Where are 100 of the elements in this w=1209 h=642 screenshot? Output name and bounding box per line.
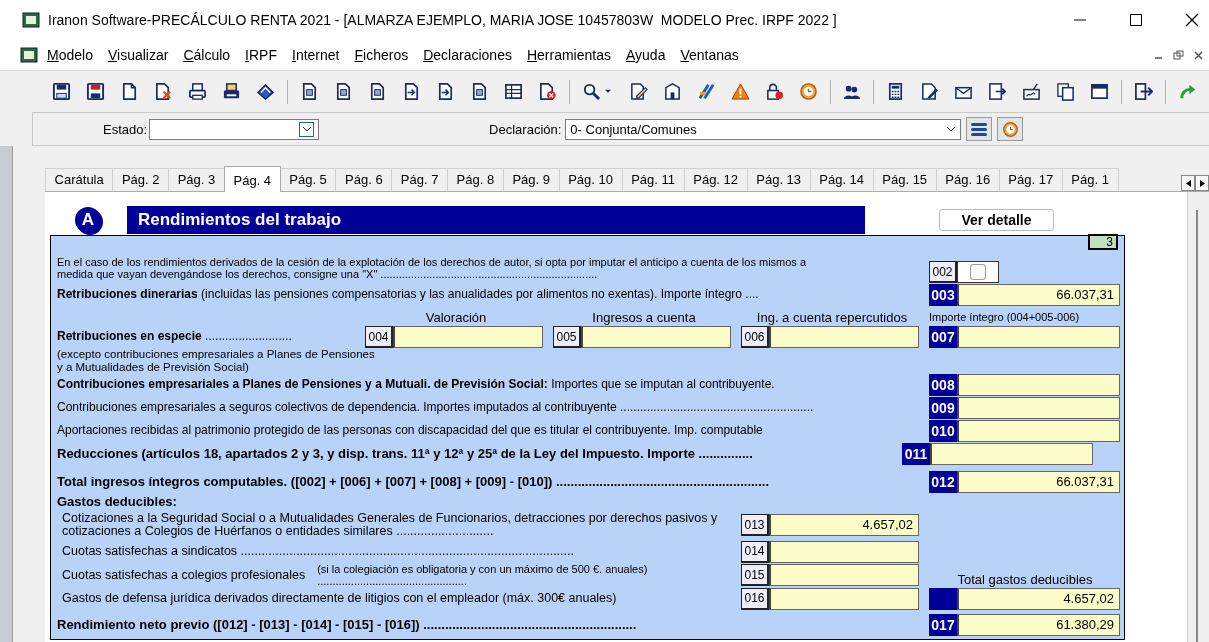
warning-icon[interactable] bbox=[730, 82, 750, 101]
menu-item[interactable]: Ficheros bbox=[353, 46, 410, 64]
checkbox[interactable] bbox=[970, 264, 986, 280]
clock-icon[interactable] bbox=[798, 82, 818, 101]
menu-item[interactable]: Modelo bbox=[46, 46, 94, 64]
expense-label: Cuotas satisfechas a colegios profesionales bbox=[61, 568, 306, 583]
restore-icon[interactable] bbox=[1173, 49, 1184, 61]
clock-icon bbox=[1001, 120, 1019, 138]
note-text: (si la colegiación es obligatoria y con un máximo de 500 €. anuales) ................................................. bbox=[316, 563, 649, 588]
detail-button[interactable]: Ver detalle bbox=[939, 209, 1054, 231]
amount-field[interactable]: 4.657,02 bbox=[957, 587, 1120, 610]
menu-item[interactable]: Herramientas bbox=[525, 46, 612, 64]
building-icon[interactable] bbox=[662, 82, 682, 101]
amount-field[interactable] bbox=[769, 540, 919, 563]
amount-field[interactable]: 61.380,29 bbox=[957, 614, 1120, 637]
signature-icon[interactable] bbox=[1022, 82, 1042, 101]
line-label: Total ingresos íntegros computables. ([002] + [006] + [007] + [008] + [009] - [010]) ........................................................... bbox=[57, 475, 771, 490]
group-heading: Gastos deducibles: bbox=[57, 495, 178, 510]
box-number: 015 bbox=[741, 564, 769, 587]
box-number: 014 bbox=[741, 540, 769, 563]
page-tab[interactable]: Pág. 4 bbox=[223, 166, 281, 192]
box-number: 010 bbox=[929, 419, 957, 442]
menu-item[interactable]: Ventanas bbox=[679, 46, 740, 64]
amount-field[interactable] bbox=[957, 396, 1120, 419]
amount-field[interactable] bbox=[581, 326, 731, 348]
menu-item[interactable]: Ayuda bbox=[624, 46, 667, 64]
amount-field[interactable] bbox=[769, 326, 919, 348]
box-number: 008 bbox=[929, 373, 957, 396]
menu-item[interactable]: Cálculo bbox=[182, 46, 232, 64]
book-icon[interactable] bbox=[256, 82, 275, 101]
section-letter-badge: A bbox=[75, 207, 101, 233]
close-icon[interactable] bbox=[1194, 50, 1203, 60]
line-label: Aportaciones recibidas al patrimonio protegido de las personas con discapacidad del que es titular el contribuyente. Imp. computable bbox=[57, 424, 764, 438]
page-tab[interactable]: Pág. 1 bbox=[1061, 168, 1119, 191]
edit-icon[interactable] bbox=[920, 82, 940, 101]
left-arrow-icon bbox=[1185, 179, 1191, 187]
box-number: 003 bbox=[929, 283, 957, 306]
field-label: Declaración: bbox=[489, 121, 562, 137]
document-icon[interactable] bbox=[20, 47, 38, 63]
amount-field[interactable] bbox=[769, 564, 919, 587]
column-heading: Valoración bbox=[424, 309, 488, 325]
amount-field[interactable]: 66.037,31 bbox=[957, 283, 1120, 306]
box-number: 011 bbox=[902, 443, 930, 466]
field-label: Estado: bbox=[103, 121, 148, 137]
redo-icon[interactable] bbox=[1177, 82, 1197, 101]
maximize-icon[interactable] bbox=[1129, 13, 1143, 27]
scroll-right-button[interactable] bbox=[1195, 175, 1209, 191]
box-number: 016 bbox=[741, 587, 769, 610]
amount-field[interactable] bbox=[957, 419, 1120, 442]
caret-icon bbox=[301, 126, 312, 132]
page-tab[interactable]: Carátula bbox=[45, 168, 114, 191]
menu-item[interactable]: Internet bbox=[291, 46, 341, 64]
stack-icon bbox=[970, 121, 989, 137]
column-heading: Total gastos deducibles bbox=[956, 572, 1094, 588]
search-icon[interactable] bbox=[581, 82, 601, 101]
section-title-bar: Rendimientos del trabajo bbox=[127, 206, 865, 234]
amount-field[interactable] bbox=[769, 587, 919, 610]
caret-icon bbox=[946, 126, 957, 132]
menu-item[interactable]: Visualizar bbox=[106, 46, 170, 64]
line-label: Retribuciones dinerarias (incluidas las pensiones compensatorias y las anualidades por alimentos no exentas). Importe íntegro .... bbox=[57, 287, 760, 302]
line-label: Reducciones (artículos 18, apartados 2 y 3, y disp. trans. 11ª y 12ª y 25ª de la Ley del Impuesto. Importe ............... bbox=[57, 447, 754, 462]
box-number: 005 bbox=[553, 326, 581, 348]
line-label: Contribuciones empresariales a Planes de Pensiones y a Mutuali. de Previsión Social: Importes que se imputan al contribuyente. bbox=[57, 378, 776, 392]
edit-icon[interactable] bbox=[628, 82, 648, 101]
box-number: 013 bbox=[741, 514, 769, 537]
amount-field[interactable] bbox=[957, 373, 1120, 396]
status-dropdown[interactable] bbox=[149, 118, 320, 140]
document-arrow-icon[interactable] bbox=[988, 82, 1008, 101]
exit-icon[interactable] bbox=[1134, 82, 1154, 101]
printer-icon[interactable] bbox=[188, 82, 207, 101]
lock-icon[interactable] bbox=[764, 82, 784, 101]
table-icon[interactable] bbox=[503, 82, 523, 101]
box-number: 006 bbox=[741, 326, 769, 348]
scroll-left-button[interactable] bbox=[1181, 175, 1195, 191]
amount-field[interactable] bbox=[957, 326, 1120, 348]
amount-field[interactable] bbox=[930, 443, 1093, 466]
box-number: 007 bbox=[929, 326, 957, 348]
document-delete-icon[interactable] bbox=[154, 82, 173, 101]
documents-icon[interactable] bbox=[1056, 82, 1076, 101]
amount-field[interactable]: 66.037,31 bbox=[957, 471, 1120, 494]
document-delete-icon[interactable] bbox=[537, 82, 557, 101]
declaration-dropdown[interactable]: 0- Conjunta/Comunes bbox=[565, 118, 962, 140]
instruction-text: En el caso de los rendimientos derivados de la cesión de la explotación de los derechos de autor, si opta por imputar el anticipo a cuenta de los mismos a medida que vayan devengándose los derechos, consigne una "X" ....................................................................... bbox=[57, 255, 808, 281]
amount-field[interactable]: 4.657,02 bbox=[769, 514, 919, 537]
amount-field[interactable] bbox=[393, 326, 543, 348]
expense-label: Cuotas satisfechas a sindicatos ................................................................................................ bbox=[61, 544, 575, 559]
window-icon[interactable] bbox=[1090, 82, 1110, 101]
printer-icon[interactable] bbox=[222, 82, 241, 101]
close-icon[interactable] bbox=[1185, 13, 1199, 27]
menu-item[interactable]: Declaraciones bbox=[422, 46, 513, 64]
stripes-icon[interactable] bbox=[696, 82, 716, 101]
box-number: 009 bbox=[929, 396, 957, 419]
document-icon[interactable] bbox=[120, 82, 139, 101]
box-number: 012 bbox=[929, 471, 957, 494]
stack-button[interactable] bbox=[966, 117, 993, 141]
note-text: (excepto contribuciones empresariales a Planes de Pensiones y a Mutualidades de Previsión Social) bbox=[57, 348, 376, 374]
clock-button[interactable] bbox=[997, 117, 1024, 141]
menu-item[interactable]: IRPF bbox=[244, 46, 278, 64]
app-icon bbox=[22, 12, 40, 28]
expense-label: Cotizaciones a la Seguridad Social o a Mutualidades Generales de Funcionarios, detracciones por derechos pasivos y cotizaciones a Colegios de Huérfanos o entidades similares ............................ bbox=[61, 511, 719, 540]
